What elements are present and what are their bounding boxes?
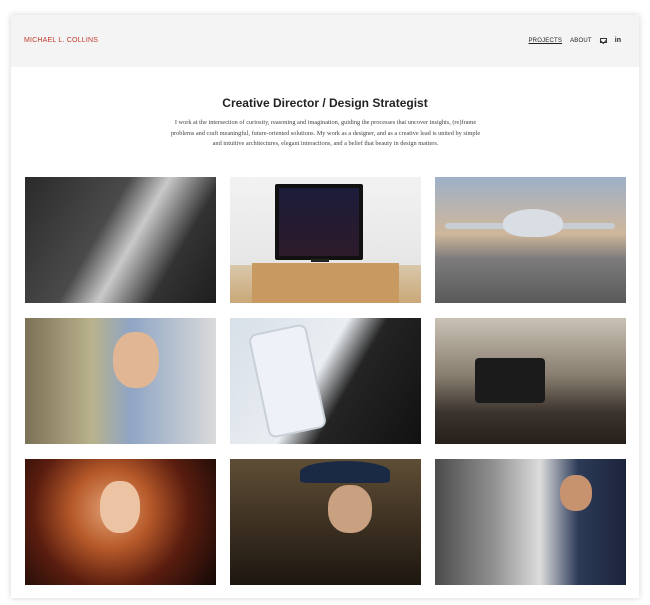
project-tile-film-camera[interactable] bbox=[435, 318, 626, 444]
intro-paragraph: I work at the intersection of curiosity,… bbox=[170, 119, 481, 147]
nav-about-link[interactable]: ABOUT bbox=[570, 38, 592, 44]
brand-logo-link[interactable]: MICHAEL L. COLLINS bbox=[24, 37, 98, 44]
project-tile-red-hair-portrait[interactable] bbox=[25, 459, 216, 585]
project-tile-tv-interface[interactable] bbox=[230, 177, 421, 303]
media-console bbox=[252, 263, 399, 303]
person-face bbox=[113, 332, 159, 388]
project-tile-smartphone[interactable] bbox=[230, 318, 421, 444]
project-tile-car-interior[interactable] bbox=[25, 177, 216, 303]
mail-icon[interactable] bbox=[599, 38, 607, 43]
airplane-body bbox=[503, 209, 563, 237]
tv-image bbox=[275, 184, 363, 260]
site-header: MICHAEL L. COLLINS PROJECTS ABOUT in bbox=[11, 15, 639, 67]
nav-projects-link[interactable]: PROJECTS bbox=[528, 38, 562, 44]
linkedin-icon[interactable]: in bbox=[615, 37, 621, 44]
project-tile-airplane[interactable] bbox=[435, 177, 626, 303]
film-camera-image bbox=[475, 358, 545, 403]
project-tile-detective-hat[interactable] bbox=[230, 459, 421, 585]
tv-screen bbox=[279, 188, 359, 256]
fedora-hat-image bbox=[300, 461, 390, 483]
browser-page: MICHAEL L. COLLINS PROJECTS ABOUT in Cre… bbox=[11, 15, 639, 598]
project-tile-man-with-phone[interactable] bbox=[25, 318, 216, 444]
smartphone-image bbox=[247, 323, 328, 439]
person-face bbox=[560, 475, 592, 511]
page-title: Creative Director / Design Strategist bbox=[222, 96, 428, 111]
tv-stand bbox=[311, 259, 329, 262]
main-nav: PROJECTS ABOUT in bbox=[528, 37, 621, 44]
person-face bbox=[328, 485, 372, 533]
project-tile-cameraman[interactable] bbox=[435, 459, 626, 585]
person-face bbox=[100, 481, 140, 533]
